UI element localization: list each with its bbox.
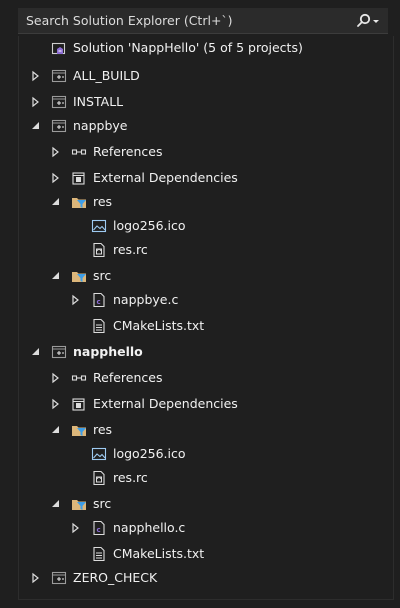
- filter-folder-icon: [71, 268, 87, 284]
- tree-item-label: nappbye.c: [113, 292, 179, 307]
- tree-item-label: src: [93, 268, 112, 283]
- tree-item[interactable]: CMakeLists.txt: [19, 314, 393, 338]
- tree-item[interactable]: logo256.ico: [19, 442, 393, 466]
- tree-item[interactable]: res.rc: [19, 238, 393, 262]
- expand-arrow-icon[interactable]: [69, 293, 83, 307]
- svg-text:c: c: [97, 526, 101, 534]
- project-icon: [51, 118, 67, 134]
- project-icon: [51, 68, 67, 84]
- solution-tree[interactable]: Solution 'NappHello' (5 of 5 projects) A…: [18, 36, 394, 600]
- tree-item-label: References: [93, 144, 163, 159]
- collapse-arrow-icon[interactable]: [49, 195, 63, 209]
- expand-arrow-icon[interactable]: [69, 521, 83, 535]
- tree-item-label: Solution 'NappHello' (5 of 5 projects): [73, 40, 303, 55]
- tree-item-label: napphello: [73, 344, 143, 359]
- search-options-button[interactable]: [352, 11, 382, 31]
- tree-item-label: logo256.ico: [113, 446, 186, 461]
- tree-item-label: res.rc: [113, 242, 148, 257]
- expand-arrow-icon[interactable]: [49, 397, 63, 411]
- collapse-arrow-icon[interactable]: [29, 119, 43, 133]
- tree-item-label: ALL_BUILD: [73, 68, 140, 83]
- tree-item-label: INSTALL: [73, 94, 124, 109]
- expand-arrow-icon[interactable]: [29, 69, 43, 83]
- search-icon: [357, 13, 379, 27]
- tree-item[interactable]: res: [19, 418, 393, 442]
- tree-item[interactable]: c napphello.c: [19, 516, 393, 540]
- tree-item-label: References: [93, 370, 163, 385]
- tree-item[interactable]: ZERO_CHECK: [19, 566, 393, 590]
- tree-item[interactable]: logo256.ico: [19, 214, 393, 238]
- tree-item-label: logo256.ico: [113, 218, 186, 233]
- tree-item[interactable]: External Dependencies: [19, 392, 393, 416]
- tree-item-label: src: [93, 496, 112, 511]
- text-file-icon: [91, 318, 107, 334]
- tree-item[interactable]: res.rc: [19, 466, 393, 490]
- tree-item[interactable]: c nappbye.c: [19, 288, 393, 312]
- expand-arrow-icon[interactable]: [29, 95, 43, 109]
- c-file-icon: c: [91, 292, 107, 308]
- collapse-arrow-icon[interactable]: [49, 423, 63, 437]
- filter-folder-icon: [71, 496, 87, 512]
- expand-arrow-icon[interactable]: [49, 171, 63, 185]
- tree-item[interactable]: nappbye: [19, 114, 393, 138]
- references-icon: [71, 370, 87, 386]
- tree-item-label: nappbye: [73, 118, 128, 133]
- expand-arrow-icon[interactable]: [49, 371, 63, 385]
- tree-item-label: CMakeLists.txt: [113, 546, 205, 561]
- tree-item[interactable]: References: [19, 140, 393, 164]
- tree-item[interactable]: INSTALL: [19, 90, 393, 114]
- tree-item[interactable]: CMakeLists.txt: [19, 542, 393, 566]
- collapse-arrow-icon[interactable]: [49, 497, 63, 511]
- tree-item[interactable]: Solution 'NappHello' (5 of 5 projects): [19, 36, 393, 60]
- expand-arrow-icon[interactable]: [49, 145, 63, 159]
- project-icon: [51, 344, 67, 360]
- tree-item-label: napphello.c: [113, 520, 186, 535]
- tree-item-label: res.rc: [113, 470, 148, 485]
- tree-item-label: res: [93, 194, 113, 209]
- references-icon: [71, 144, 87, 160]
- tree-item-label: ZERO_CHECK: [73, 570, 158, 585]
- tree-item[interactable]: res: [19, 190, 393, 214]
- image-file-icon: [91, 446, 107, 462]
- tree-item-label: External Dependencies: [93, 396, 238, 411]
- collapse-arrow-icon[interactable]: [49, 269, 63, 283]
- tree-item[interactable]: External Dependencies: [19, 166, 393, 190]
- tree-item-label: External Dependencies: [93, 170, 238, 185]
- external-dependencies-icon: [71, 170, 87, 186]
- filter-folder-icon: [71, 422, 87, 438]
- text-file-icon: [91, 546, 107, 562]
- image-file-icon: [91, 218, 107, 234]
- resource-file-icon: [91, 242, 107, 258]
- filter-folder-icon: [71, 194, 87, 210]
- tree-item[interactable]: References: [19, 366, 393, 390]
- collapse-arrow-icon[interactable]: [29, 345, 43, 359]
- tree-item-label: CMakeLists.txt: [113, 318, 205, 333]
- tree-item-label: res: [93, 422, 113, 437]
- c-file-icon: c: [91, 520, 107, 536]
- solution-explorer-search[interactable]: Search Solution Explorer (Ctrl+`): [18, 8, 388, 34]
- tree-item[interactable]: src: [19, 492, 393, 516]
- svg-text:c: c: [97, 298, 101, 306]
- project-icon: [51, 570, 67, 586]
- search-input[interactable]: Search Solution Explorer (Ctrl+`): [26, 13, 233, 28]
- tree-item[interactable]: napphello: [19, 340, 393, 364]
- external-dependencies-icon: [71, 396, 87, 412]
- solution-icon: [51, 40, 67, 56]
- resource-file-icon: [91, 470, 107, 486]
- project-icon: [51, 94, 67, 110]
- tree-item[interactable]: src: [19, 264, 393, 288]
- tree-item[interactable]: ALL_BUILD: [19, 64, 393, 88]
- expand-arrow-icon[interactable]: [29, 571, 43, 585]
